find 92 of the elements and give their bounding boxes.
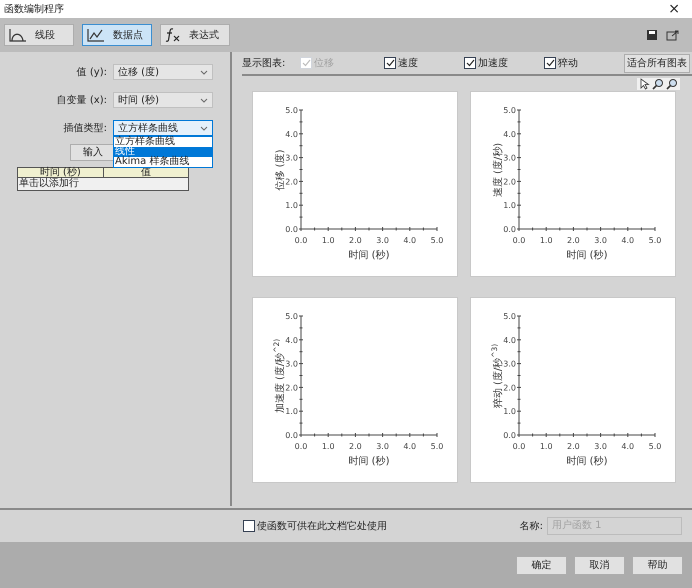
tick-label: 5.0 xyxy=(503,106,516,115)
tick-label: 1.0 xyxy=(503,407,516,416)
tick-label: 3.0 xyxy=(376,442,389,451)
dialog-button[interactable]: 确定 xyxy=(516,556,567,574)
tick-label: 0.0 xyxy=(503,431,516,440)
export-icon[interactable] xyxy=(666,29,680,41)
tick-label: 1.0 xyxy=(540,442,553,451)
dropdown-option[interactable]: 立方样条曲线 xyxy=(114,137,212,147)
tick-label: 3.0 xyxy=(594,236,607,245)
tick-label: 5.0 xyxy=(648,442,662,451)
table-cell[interactable]: 单击以添加行 xyxy=(18,178,80,190)
tick-label: 5.0 xyxy=(503,312,516,321)
pointer-icon[interactable] xyxy=(639,78,650,90)
tick-label: 3.0 xyxy=(376,236,389,245)
axis-title: 位移 (度) xyxy=(275,150,286,190)
axis-title: 时间 (秒) xyxy=(566,250,608,261)
tick-label: 1.0 xyxy=(322,442,335,451)
close-button[interactable]: × xyxy=(660,2,688,16)
function-icon xyxy=(165,28,181,42)
checkbox-label: 猝动 xyxy=(558,56,578,70)
tick-label: 5.0 xyxy=(285,106,298,115)
show-charts-label: 显示图表: xyxy=(242,56,286,70)
tick-label: 4.0 xyxy=(503,130,516,139)
tick-label: 1.0 xyxy=(285,407,298,416)
checkbox-label: 使函数可供在此文档它处使用 xyxy=(257,520,387,534)
line-graph-icon xyxy=(87,28,105,42)
field-label: 自变量 (x): xyxy=(56,94,108,108)
tick-label: 1.0 xyxy=(285,201,298,210)
tick-label: 4.0 xyxy=(285,336,298,345)
tick-label: 4.0 xyxy=(621,236,634,245)
tick-label: 5.0 xyxy=(430,442,444,451)
axis-title: 时间 (秒) xyxy=(348,456,390,467)
tick-label: 0.0 xyxy=(285,225,298,234)
save-icon[interactable] xyxy=(646,29,658,41)
tick-label: 2.0 xyxy=(285,383,298,392)
tick-label: 2.0 xyxy=(503,177,516,186)
checkbox-label: 速度 xyxy=(398,56,418,70)
checkbox[interactable] xyxy=(243,520,255,532)
fit-all-button[interactable]: 适合所有图表 xyxy=(624,54,690,72)
tick-label: 3.0 xyxy=(285,154,298,163)
tick-label: 2.0 xyxy=(503,383,516,392)
tick-label: 3.0 xyxy=(285,360,298,369)
mode-tab[interactable]: 线段 xyxy=(4,24,74,46)
axis-title: 时间 (秒) xyxy=(348,250,390,261)
tick-label: 4.0 xyxy=(403,236,416,245)
axis-title: 速度 (度/秒) xyxy=(493,142,504,198)
field-label: 插值类型: xyxy=(62,122,108,136)
tick-label: 4.0 xyxy=(621,442,634,451)
tick-label: 2.0 xyxy=(349,236,362,245)
tick-label: 0.0 xyxy=(285,431,298,440)
dialog-button[interactable]: 帮助 xyxy=(632,556,683,574)
tick-label: 3.0 xyxy=(503,154,516,163)
column-header[interactable]: 时间 (秒) xyxy=(18,168,102,177)
curve-icon xyxy=(9,28,27,42)
tick-label: 1.0 xyxy=(540,236,553,245)
tick-label: 3.0 xyxy=(594,442,607,451)
checkbox[interactable] xyxy=(464,57,476,69)
tick-label: 1.0 xyxy=(503,201,516,210)
axis-title: 时间 (秒) xyxy=(566,456,608,467)
field-label: 值 (y): xyxy=(76,66,108,80)
tick-label: 5.0 xyxy=(430,236,444,245)
zoom-icon[interactable] xyxy=(666,78,678,90)
tick-label: 4.0 xyxy=(285,130,298,139)
tick-label: 0.0 xyxy=(512,442,526,451)
name-label: 名称: xyxy=(520,520,543,534)
checkbox[interactable] xyxy=(384,57,396,69)
tick-label: 5.0 xyxy=(648,236,662,245)
tick-label: 4.0 xyxy=(403,442,416,451)
mode-tab[interactable]: 数据点 xyxy=(82,24,152,46)
checkbox[interactable] xyxy=(544,57,556,69)
tick-label: 1.0 xyxy=(322,236,335,245)
mode-tab[interactable]: 表达式 xyxy=(160,24,230,46)
zoom-icon[interactable] xyxy=(652,78,664,90)
tick-label: 0.0 xyxy=(294,442,308,451)
tick-label: 2.0 xyxy=(285,177,298,186)
dropdown[interactable]: 位移 (度) xyxy=(113,64,213,80)
window-title: 函数编制程序 xyxy=(4,2,64,16)
checkbox-label: 加速度 xyxy=(478,56,508,70)
tick-label: 0.0 xyxy=(512,236,526,245)
tick-label: 2.0 xyxy=(567,442,580,451)
tick-label: 4.0 xyxy=(503,336,516,345)
tick-label: 2.0 xyxy=(567,236,580,245)
tick-label: 5.0 xyxy=(285,312,298,321)
dropdown[interactable]: 时间 (秒) xyxy=(113,92,213,108)
tick-label: 0.0 xyxy=(294,236,308,245)
tick-label: 0.0 xyxy=(503,225,516,234)
dialog-button[interactable]: 取消 xyxy=(574,556,625,574)
tick-label: 3.0 xyxy=(503,360,516,369)
caret-icon xyxy=(200,126,208,130)
caret-icon xyxy=(200,98,208,102)
caret-icon xyxy=(200,70,208,74)
tick-label: 2.0 xyxy=(349,442,362,451)
